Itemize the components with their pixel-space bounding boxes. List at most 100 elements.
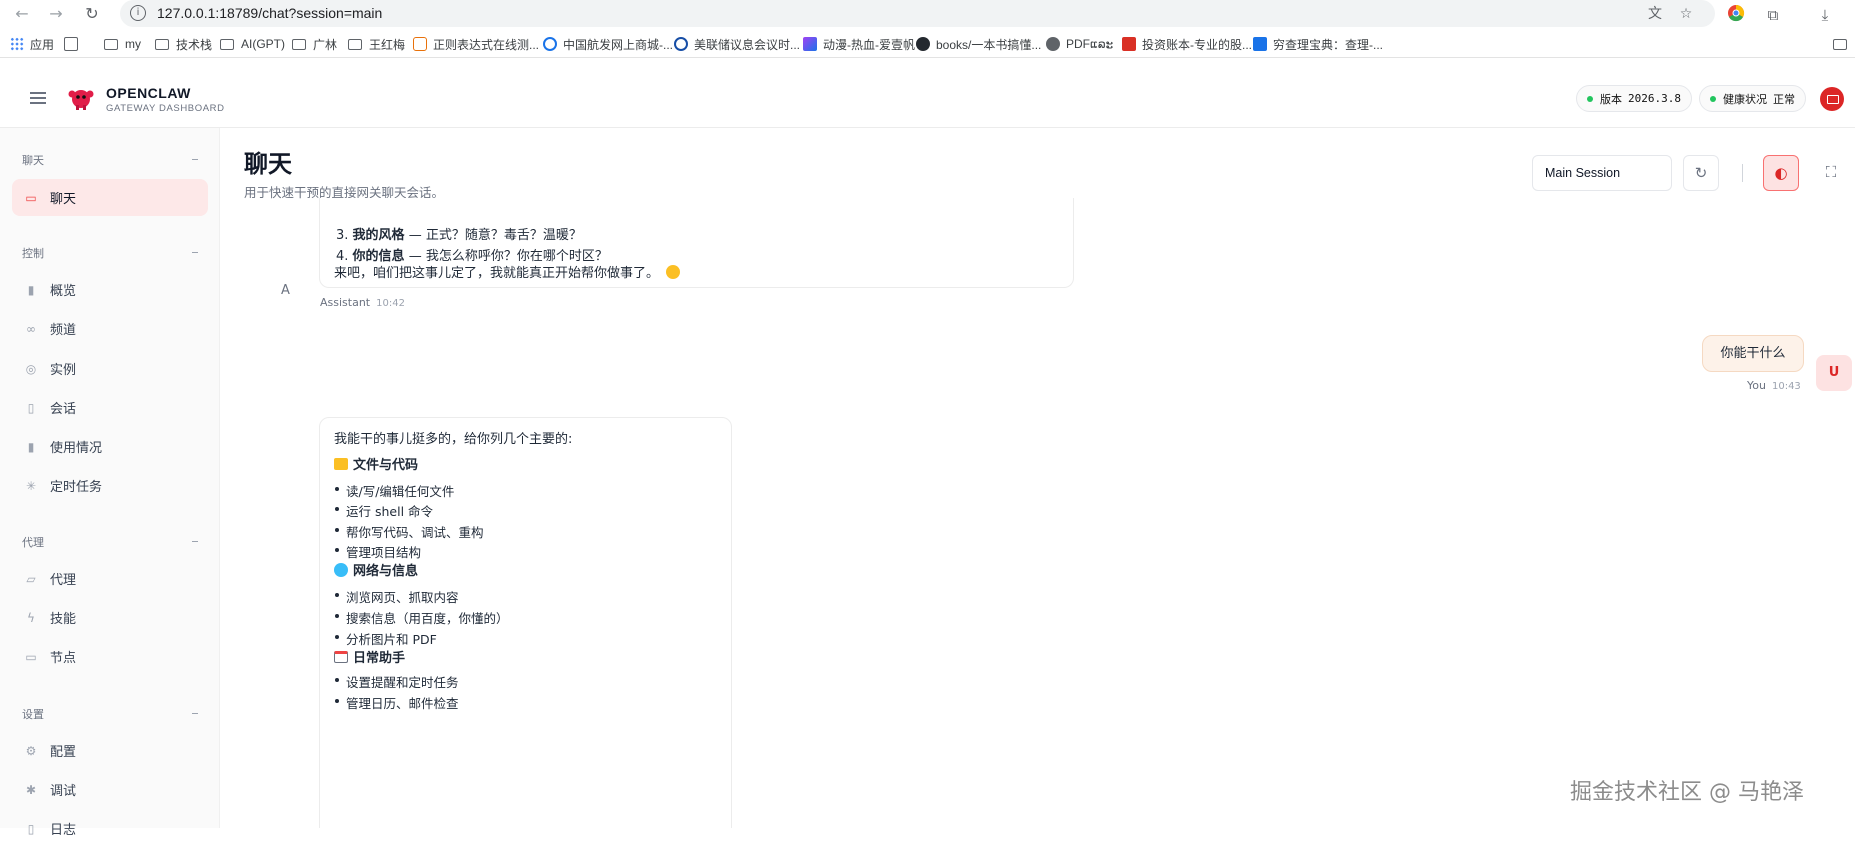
collapse-icon[interactable] (192, 713, 198, 714)
toolbar-divider (1742, 164, 1743, 182)
sidebar-item-sessions[interactable]: ▯ 会话 (12, 389, 208, 426)
bookmark-charlie[interactable]: 穷查理宝典：查理-... (1253, 35, 1383, 53)
version-label: 版本 (1600, 92, 1622, 106)
thinking-toggle-button[interactable]: ◐ (1763, 155, 1799, 191)
sidebar-item-cron[interactable]: ✳ 定时任务 (12, 467, 208, 504)
bookmark-overflow-folder[interactable] (1833, 35, 1854, 53)
sidebar-item-channels[interactable]: ∞ 频道 (12, 310, 208, 347)
list-item: 设置提醒和定时任务 (335, 672, 459, 691)
gear-icon: ⚙ (25, 743, 37, 758)
list-item: 搜索信息（用百度，你懂的） (335, 608, 509, 627)
download-icon[interactable]: ⤓ (1814, 4, 1836, 26)
sidebar: 聊天 ▭ 聊天 控制 ▮ 概览 ∞ 频道 ◎ 实例 ▯ 会话 ▮ 使用情况 ✳ 定时任务 代… (0, 128, 220, 838)
file-icon: ▯ (27, 821, 35, 836)
back-icon[interactable]: ← (12, 4, 32, 24)
session-select[interactable]: Main Session (1532, 155, 1672, 191)
bookmark-anime[interactable]: 动漫-热血-爱壹帆 (803, 35, 915, 53)
list-item: 运行 shell 命令 (334, 501, 433, 520)
sidebar-item-logs[interactable]: ▯ 日志 (12, 810, 208, 847)
section-heading: 网络与信息 (334, 560, 418, 579)
list-item: 帮你写代码、调试、重构 (335, 522, 484, 541)
bookmark-invest[interactable]: 投资账本-专业的股... (1122, 35, 1252, 53)
bookmark-folder-tech[interactable]: 技术栈 (155, 35, 212, 53)
collapse-icon[interactable] (192, 541, 198, 542)
bookmark-pdf[interactable]: PDFແລະ (1046, 35, 1113, 53)
chrome-extension-icon[interactable] (1725, 4, 1747, 26)
collapse-icon[interactable] (192, 252, 198, 253)
site-info-icon[interactable]: i (130, 5, 146, 21)
folder-icon (104, 38, 118, 50)
invest-site-icon (1122, 37, 1136, 51)
bookmark-folder-my[interactable]: my (104, 35, 141, 53)
sidebar-item-label: 节点 (50, 651, 77, 666)
sidebar-item-label: 日志 (50, 823, 77, 838)
bookmark-folder-wang[interactable]: 王红梅 (348, 35, 405, 53)
status-dot-icon (1587, 95, 1593, 102)
heading-text: 网络与信息 (353, 564, 419, 579)
bold-text: 我的风格 (352, 228, 405, 243)
sidebar-item-agents[interactable]: ▱ 代理 (12, 560, 208, 597)
regex-site-icon (413, 37, 427, 51)
bug-icon: ✱ (25, 782, 37, 797)
bookmark-label: 正则表达式在线测... (433, 37, 540, 52)
heading-text: 文件与代码 (353, 458, 419, 473)
section-heading: 文件与代码 (334, 454, 418, 473)
bookmark-label: PDFແລະ (1066, 37, 1114, 51)
address-bar[interactable]: i 127.0.0.1:18789/chat?session=main 文 ☆ (120, 0, 1715, 27)
bookmark-apps[interactable]: 应用 (10, 35, 54, 53)
sidebar-item-skills[interactable]: ϟ 技能 (12, 599, 208, 636)
refresh-button[interactable]: ↻ (1683, 155, 1719, 191)
message-time: 10:43 (1771, 381, 1801, 392)
sender-name: Assistant (320, 296, 371, 309)
bookmark-folder-guanglin[interactable]: 广林 (292, 35, 337, 53)
radio-icon: ◎ (25, 361, 37, 376)
list-item: 分析图片和 PDF (335, 629, 437, 648)
bookmark-star-icon[interactable]: ☆ (1676, 4, 1696, 24)
focus-mode-button[interactable]: ⛶ (1813, 155, 1849, 191)
bookmark-label: 美联储议息会议时... (694, 37, 801, 52)
sidebar-item-label: 概览 (50, 284, 77, 299)
bookmark-folder-ai[interactable]: AI(GPT) (220, 35, 285, 53)
bookmark-github[interactable]: books/一本书搞懂... (916, 35, 1041, 53)
screen-share-button[interactable] (1820, 87, 1844, 111)
brand-subtitle: GATEWAY DASHBOARD (106, 103, 225, 114)
health-value: 正常 (1773, 92, 1795, 106)
bookmark-regex[interactable]: 正则表达式在线测... (413, 35, 539, 53)
sidebar-item-debug[interactable]: ✱ 调试 (12, 771, 208, 808)
monitor-icon: ▭ (25, 649, 37, 664)
bookmark-aero[interactable]: 中国航发网上商城-... (543, 35, 673, 53)
document-icon: ▯ (27, 400, 35, 415)
sidebar-item-overview[interactable]: ▮ 概览 (12, 271, 208, 308)
bookmark-label: 动漫-热血-爱壹帆 (823, 37, 915, 52)
list-item: 浏览网页、抓取内容 (335, 587, 459, 606)
link-icon: ∞ (26, 321, 36, 336)
extensions-puzzle-icon[interactable]: ⧉ (1762, 4, 1784, 26)
bookmark-label: 中国航发网上商城-... (563, 37, 673, 52)
collapse-icon[interactable] (192, 159, 198, 160)
sidebar-item-nodes[interactable]: ▭ 节点 (12, 638, 208, 675)
bookmark-label: 广林 (313, 37, 338, 52)
folder-icon (155, 38, 169, 50)
folder-icon (220, 38, 234, 50)
loader-icon: ✳ (25, 478, 37, 493)
sidebar-item-instances[interactable]: ◎ 实例 (12, 350, 208, 387)
reload-icon[interactable]: ↻ (82, 4, 102, 24)
sender-name: You (1747, 379, 1766, 392)
tab-groups-icon[interactable] (64, 35, 84, 53)
menu-icon[interactable] (30, 92, 46, 104)
message-intro: 我能干的事儿挺多的，给你列几个主要的: (334, 432, 573, 447)
app-header: OPENCLAW GATEWAY DASHBOARD 版本 2026.3.8 健… (0, 71, 1855, 128)
translate-icon[interactable]: 文 (1645, 4, 1665, 24)
browser-toolbar: ← → ↻ i 127.0.0.1:18789/chat?session=mai… (0, 0, 1855, 28)
sidebar-item-usage[interactable]: ▮ 使用情况 (12, 428, 208, 465)
bookmark-label: 技术栈 (176, 37, 213, 52)
bar-chart-icon: ▮ (27, 282, 35, 297)
sidebar-item-chat[interactable]: ▭ 聊天 (12, 179, 208, 216)
sidebar-item-label: 定时任务 (50, 480, 103, 495)
bookmark-fed[interactable]: 美联储议息会议时... (674, 35, 800, 53)
bookmark-label: my (125, 37, 141, 51)
forward-icon[interactable]: → (46, 4, 66, 24)
sidebar-item-config[interactable]: ⚙ 配置 (12, 732, 208, 769)
url-text[interactable]: 127.0.0.1:18789/chat?session=main (157, 5, 382, 21)
github-icon (916, 37, 930, 51)
